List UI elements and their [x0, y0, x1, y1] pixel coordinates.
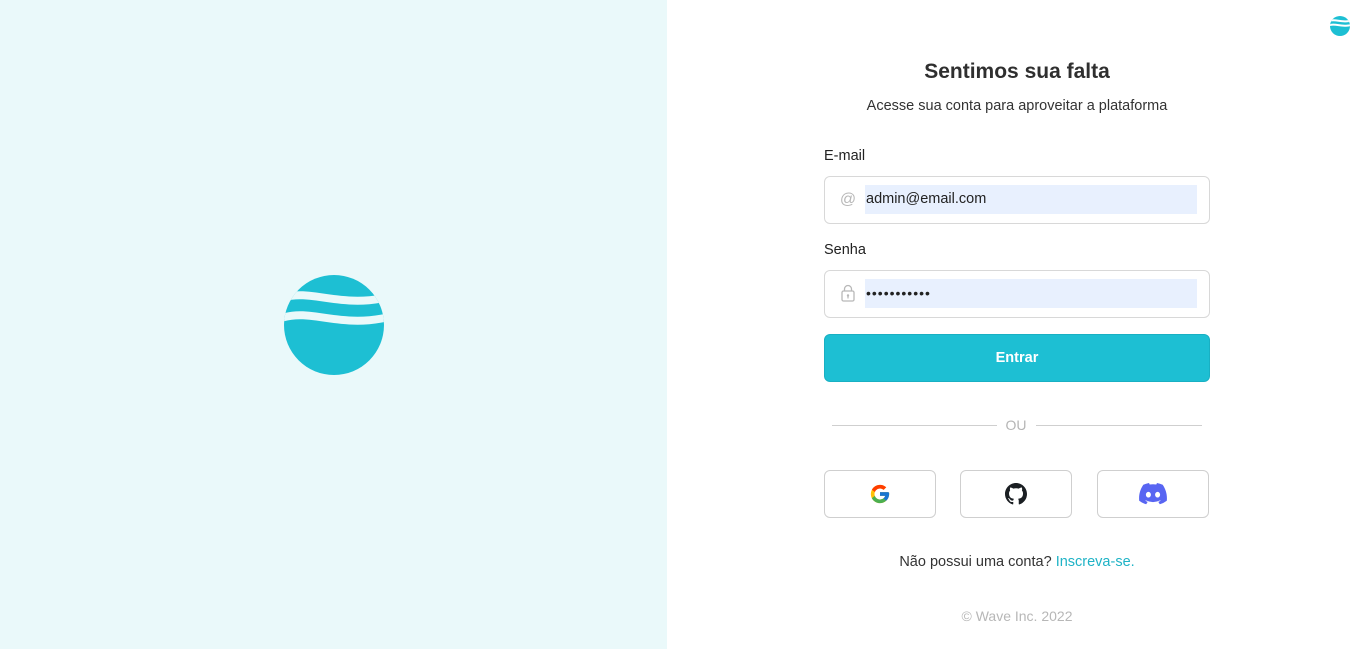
discord-login-button[interactable] [1097, 470, 1209, 518]
google-login-button[interactable] [824, 470, 936, 518]
brand-panel [0, 0, 667, 649]
password-field-container: ••••••••••• [824, 270, 1210, 318]
copyright: © Wave Inc. 2022 [961, 608, 1073, 624]
at-icon: @ [839, 191, 857, 208]
signup-link[interactable]: Inscreva-se. [1056, 554, 1135, 570]
wave-logo-small[interactable] [1330, 16, 1350, 36]
email-label: E-mail [824, 148, 866, 164]
password-label: Senha [824, 242, 866, 258]
divider-left [832, 425, 997, 426]
divider-text: OU [1005, 417, 1027, 433]
email-field[interactable] [865, 185, 1197, 214]
discord-icon [1139, 483, 1167, 505]
github-icon [1005, 483, 1027, 505]
password-field[interactable]: ••••••••••• [865, 279, 1197, 308]
wave-logo [284, 275, 384, 375]
page-subtitle: Acesse sua conta para aproveitar a plata… [866, 98, 1168, 114]
signup-prompt-text: Não possui uma conta? [899, 554, 1052, 570]
google-icon [870, 484, 890, 504]
signup-prompt: Não possui uma conta? Inscreva-se. [824, 554, 1210, 570]
github-login-button[interactable] [960, 470, 1072, 518]
login-button[interactable]: Entrar [824, 334, 1210, 382]
divider-right [1036, 425, 1202, 426]
page-title: Sentimos sua falta [924, 60, 1110, 83]
email-field-container: @ [824, 176, 1210, 224]
lock-icon [838, 284, 858, 304]
